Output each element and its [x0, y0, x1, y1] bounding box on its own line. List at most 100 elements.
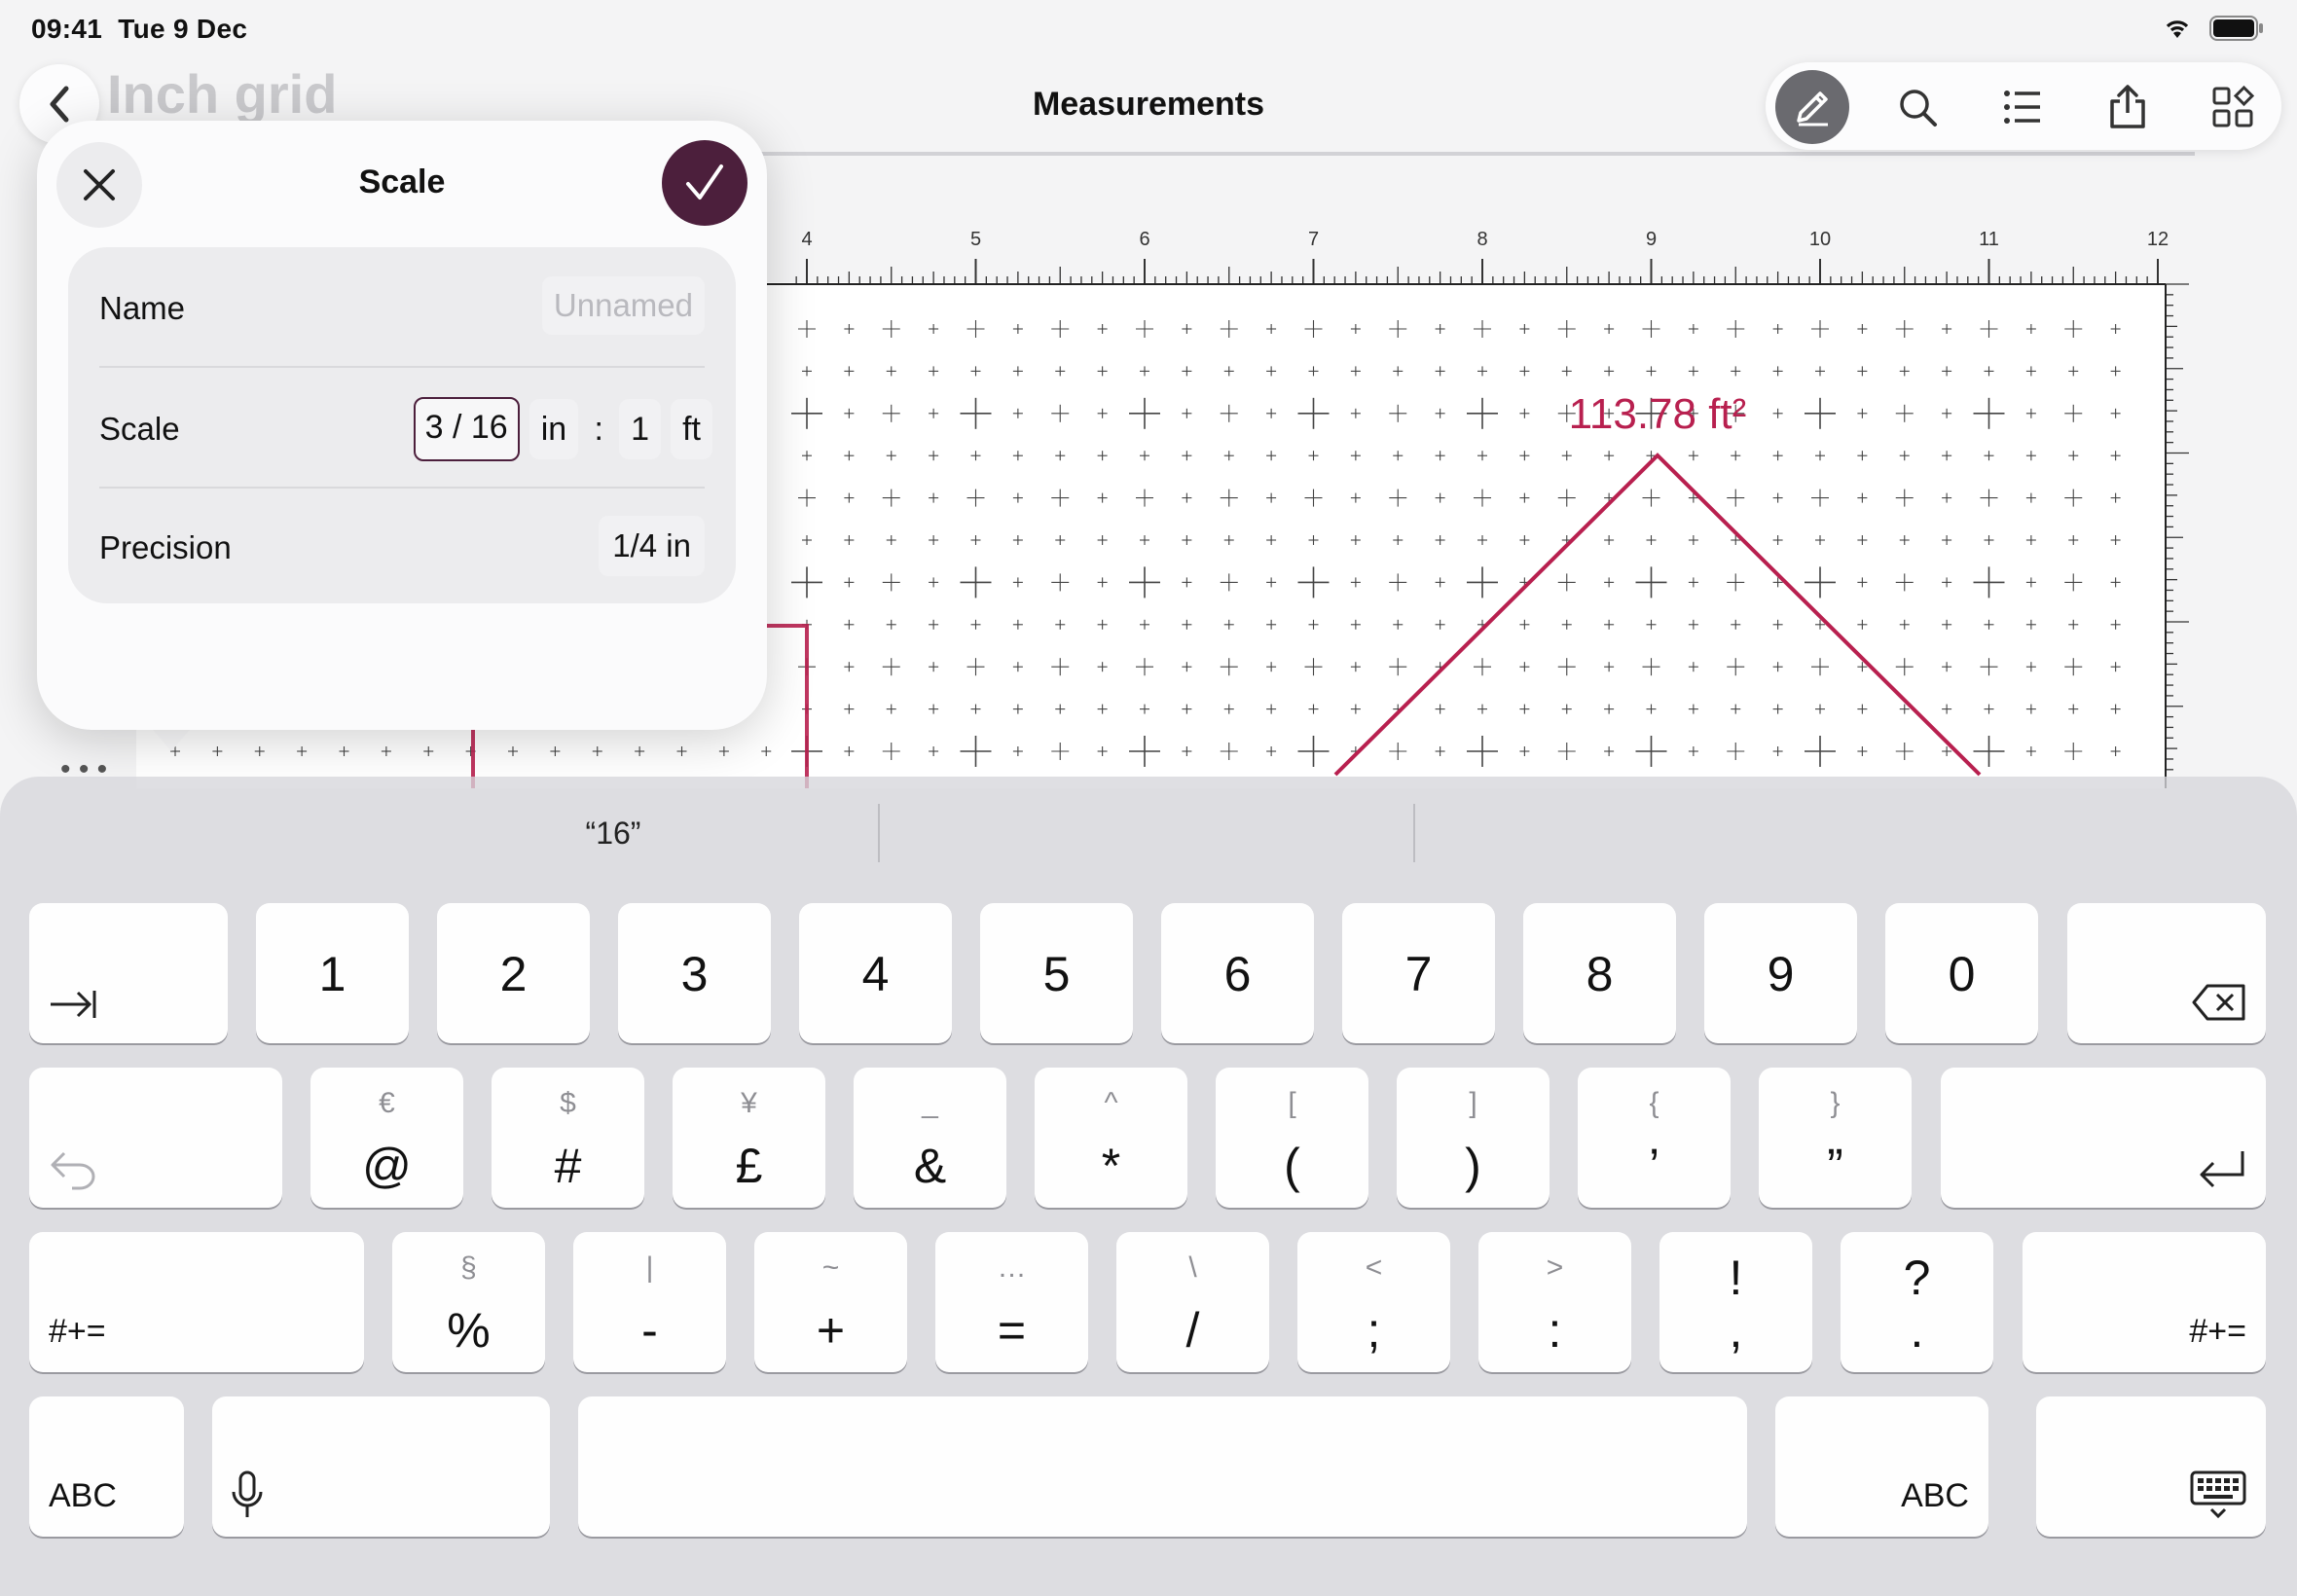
- key-6[interactable]: 6: [1161, 903, 1314, 1043]
- checkmark-icon: [686, 164, 723, 200]
- key-secondary: ¥: [741, 1087, 757, 1119]
- share-icon: [2110, 85, 2145, 128]
- key-label: ”: [1827, 1139, 1843, 1193]
- autocomplete-suggestion[interactable]: “16”: [487, 816, 740, 852]
- ruler-label: 5: [970, 229, 981, 250]
- dismiss-keyboard-key[interactable]: [2036, 1396, 2266, 1537]
- key-hash[interactable]: $ #: [492, 1068, 644, 1208]
- key-secondary: §: [460, 1251, 477, 1284]
- suggestion-divider: [1413, 804, 1415, 862]
- name-row: Name Unnamed: [68, 247, 736, 366]
- tab-key[interactable]: [29, 903, 228, 1043]
- key-plus[interactable]: ~ +: [754, 1232, 907, 1372]
- abc-key-left[interactable]: ABC: [29, 1396, 184, 1537]
- key-2[interactable]: 2: [437, 903, 590, 1043]
- key-label: ,: [1729, 1303, 1743, 1358]
- delete-key[interactable]: [2067, 903, 2266, 1043]
- key-equals[interactable]: … =: [935, 1232, 1088, 1372]
- key-label: 6: [1223, 947, 1252, 1001]
- draw-button[interactable]: [1775, 70, 1849, 144]
- key-label: £: [735, 1139, 763, 1193]
- key-label: (: [1284, 1139, 1300, 1193]
- ruler-label: 7: [1308, 229, 1319, 250]
- undo-key[interactable]: [29, 1068, 282, 1208]
- key-label: 2: [499, 947, 528, 1001]
- key-at[interactable]: € @: [310, 1068, 463, 1208]
- key-percent[interactable]: §%: [392, 1232, 545, 1372]
- key-paren-open[interactable]: [(: [1216, 1068, 1368, 1208]
- key-semicolon[interactable]: <;: [1297, 1232, 1450, 1372]
- key-pound[interactable]: ¥ £: [673, 1068, 825, 1208]
- more-symbols-key-right[interactable]: #+=: [2023, 1232, 2266, 1372]
- space-key[interactable]: [578, 1396, 1747, 1537]
- dictation-key[interactable]: [212, 1396, 550, 1537]
- nav-divider: [749, 152, 2195, 156]
- key-7[interactable]: 7: [1342, 903, 1495, 1043]
- key-9[interactable]: 9: [1704, 903, 1857, 1043]
- key-label: #: [554, 1139, 582, 1193]
- key-secondary: …: [997, 1251, 1027, 1284]
- key-label: #+=: [49, 1313, 106, 1350]
- key-4[interactable]: 4: [799, 903, 952, 1043]
- precision-selector[interactable]: 1/4 in: [599, 516, 705, 576]
- key-1[interactable]: 1: [256, 903, 409, 1043]
- share-button[interactable]: [2091, 70, 2165, 144]
- key-3[interactable]: 3: [618, 903, 771, 1043]
- key-colon[interactable]: >:: [1478, 1232, 1631, 1372]
- microphone-icon: [232, 1470, 263, 1517]
- name-field[interactable]: Unnamed: [541, 276, 705, 335]
- apps-button[interactable]: [2196, 70, 2270, 144]
- toolbar: [1766, 62, 2281, 150]
- status-time: 09:41 Tue 9 Dec: [31, 14, 247, 45]
- key-secondary: ~: [821, 1251, 840, 1284]
- scale-settings-group: Name Unnamed Scale 3 / 16 in : 1 ft Prec…: [68, 247, 736, 603]
- undo-icon: [51, 1151, 95, 1190]
- scale-popover: Scale Name Unnamed Scale 3 / 16 in : 1 f…: [37, 121, 767, 730]
- battery-icon: [2209, 16, 2263, 41]
- search-button[interactable]: [1880, 70, 1954, 144]
- key-period[interactable]: ?.: [1841, 1232, 1993, 1372]
- key-label: #+=: [2189, 1313, 2246, 1350]
- ruler-label: 12: [2147, 229, 2169, 250]
- list-button[interactable]: [1986, 70, 2060, 144]
- key-secondary: >: [1546, 1251, 1564, 1284]
- key-asterisk[interactable]: ^ *: [1035, 1068, 1187, 1208]
- return-key[interactable]: [1941, 1068, 2266, 1208]
- key-label: 0: [1948, 947, 1976, 1001]
- pencil-icon: [1797, 91, 1828, 127]
- key-ampersand[interactable]: _ &: [854, 1068, 1006, 1208]
- list-icon: [2004, 91, 2040, 124]
- key-5[interactable]: 5: [980, 903, 1133, 1043]
- abc-key-right[interactable]: ABC: [1775, 1396, 1988, 1537]
- key-paren-close[interactable]: ]): [1397, 1068, 1550, 1208]
- key-secondary: <: [1365, 1251, 1383, 1284]
- confirm-button[interactable]: [662, 140, 747, 226]
- scale-separator: :: [594, 410, 603, 448]
- key-label: @: [362, 1139, 412, 1193]
- key-label: ABC: [1901, 1477, 1969, 1514]
- key-0[interactable]: 0: [1885, 903, 2038, 1043]
- ruler-label: 10: [1809, 229, 1831, 250]
- scale-unit-left[interactable]: in: [529, 399, 579, 459]
- key-label: /: [1185, 1303, 1200, 1358]
- key-8[interactable]: 8: [1523, 903, 1676, 1043]
- tab-icon: [51, 991, 96, 1018]
- area-label: 113.78 ft²: [1569, 390, 1747, 438]
- scale-unit-right[interactable]: ft: [671, 399, 712, 459]
- key-slash[interactable]: \ /: [1116, 1232, 1269, 1372]
- key-label: ): [1465, 1139, 1481, 1193]
- name-label: Name: [99, 290, 186, 326]
- status-icons: [2163, 16, 2264, 41]
- key-secondary: €: [379, 1087, 395, 1119]
- key-secondary: !: [1729, 1251, 1743, 1305]
- key-apostrophe[interactable]: {’: [1578, 1068, 1731, 1208]
- key-comma[interactable]: !,: [1659, 1232, 1812, 1372]
- key-label: 1: [318, 947, 346, 1001]
- scale-right-value-field[interactable]: 1: [619, 399, 662, 459]
- key-label: 9: [1767, 947, 1795, 1001]
- wifi-icon: [2166, 20, 2189, 38]
- key-hyphen[interactable]: | -: [573, 1232, 726, 1372]
- more-symbols-key-left[interactable]: #+=: [29, 1232, 364, 1372]
- key-quote[interactable]: }”: [1759, 1068, 1912, 1208]
- scale-value-field[interactable]: 3 / 16: [413, 397, 520, 461]
